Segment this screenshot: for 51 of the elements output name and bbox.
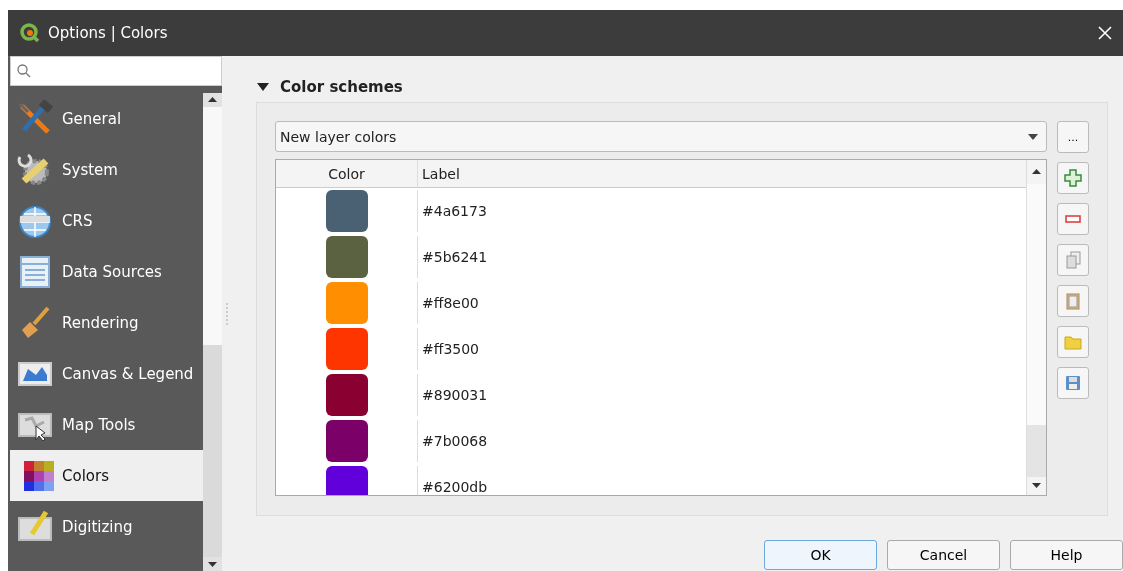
clipboard-button[interactable] (1057, 285, 1089, 317)
menu-button[interactable]: ... (1057, 121, 1089, 153)
close-icon[interactable] (1097, 25, 1113, 41)
sidebar-item[interactable]: Canvas & Legend (8, 348, 203, 399)
color-swatch[interactable] (325, 282, 368, 324)
dialog-button[interactable]: Cancel (887, 540, 1000, 570)
table-cell-text: #7b0068 (421, 433, 488, 449)
sidebar-item[interactable]: System (8, 144, 203, 195)
column-header[interactable]: Label (418, 160, 460, 187)
column-header[interactable]: Color (276, 160, 418, 187)
sidebar-item[interactable]: Map Tools (8, 399, 203, 450)
table-cell-text: #ff8e00 (421, 295, 479, 311)
table-cell-text: #5b6241 (421, 249, 488, 265)
sidebar-item[interactable]: Colors (10, 450, 203, 501)
color-swatch[interactable] (325, 466, 368, 495)
add-button[interactable] (1057, 162, 1089, 194)
color-swatch[interactable] (325, 328, 368, 370)
scrollbar[interactable] (203, 93, 222, 571)
app-logo-icon (20, 23, 40, 43)
scheme-dropdown[interactable]: New layer colors (275, 121, 1047, 152)
scrollbar[interactable] (1026, 160, 1046, 495)
save-icon (1063, 373, 1083, 393)
color-swatch[interactable] (325, 420, 368, 462)
search-icon (17, 64, 31, 78)
sidebar-item[interactable]: General (8, 93, 203, 144)
collapse-triangle-icon[interactable] (256, 82, 270, 92)
table-cell-text: #890031 (421, 387, 488, 403)
sidebar-item[interactable]: Digitizing (8, 501, 203, 552)
color-swatch[interactable] (325, 190, 368, 232)
save-button[interactable] (1057, 367, 1089, 399)
clipboard-icon (1063, 291, 1083, 311)
sidebar-item[interactable]: Data Sources (8, 246, 203, 297)
dropdown-arrow-icon (1028, 133, 1038, 140)
window-title: Options | Colors (48, 24, 169, 42)
table-cell-text: #6200db (421, 479, 488, 495)
color-swatch[interactable] (325, 374, 368, 416)
scroll-thumb[interactable] (1027, 425, 1046, 477)
dialog-button[interactable]: OK (764, 540, 877, 570)
copy-icon (1063, 250, 1083, 270)
table-cell-text: #ff3500 (421, 341, 479, 357)
remove-button[interactable] (1057, 203, 1089, 235)
table-cell-text: #4a6173 (421, 203, 487, 219)
color-swatch[interactable] (325, 236, 368, 278)
sidebar-item[interactable]: CRS (8, 195, 203, 246)
scroll-thumb[interactable] (203, 107, 222, 345)
sidebar-item[interactable]: Rendering (8, 297, 203, 348)
section-title: Color schemes (280, 78, 403, 96)
color-grid-icon (24, 460, 54, 491)
dialog-button[interactable]: Help (1010, 540, 1123, 570)
search-field[interactable] (10, 56, 222, 86)
add-icon (1063, 168, 1083, 188)
